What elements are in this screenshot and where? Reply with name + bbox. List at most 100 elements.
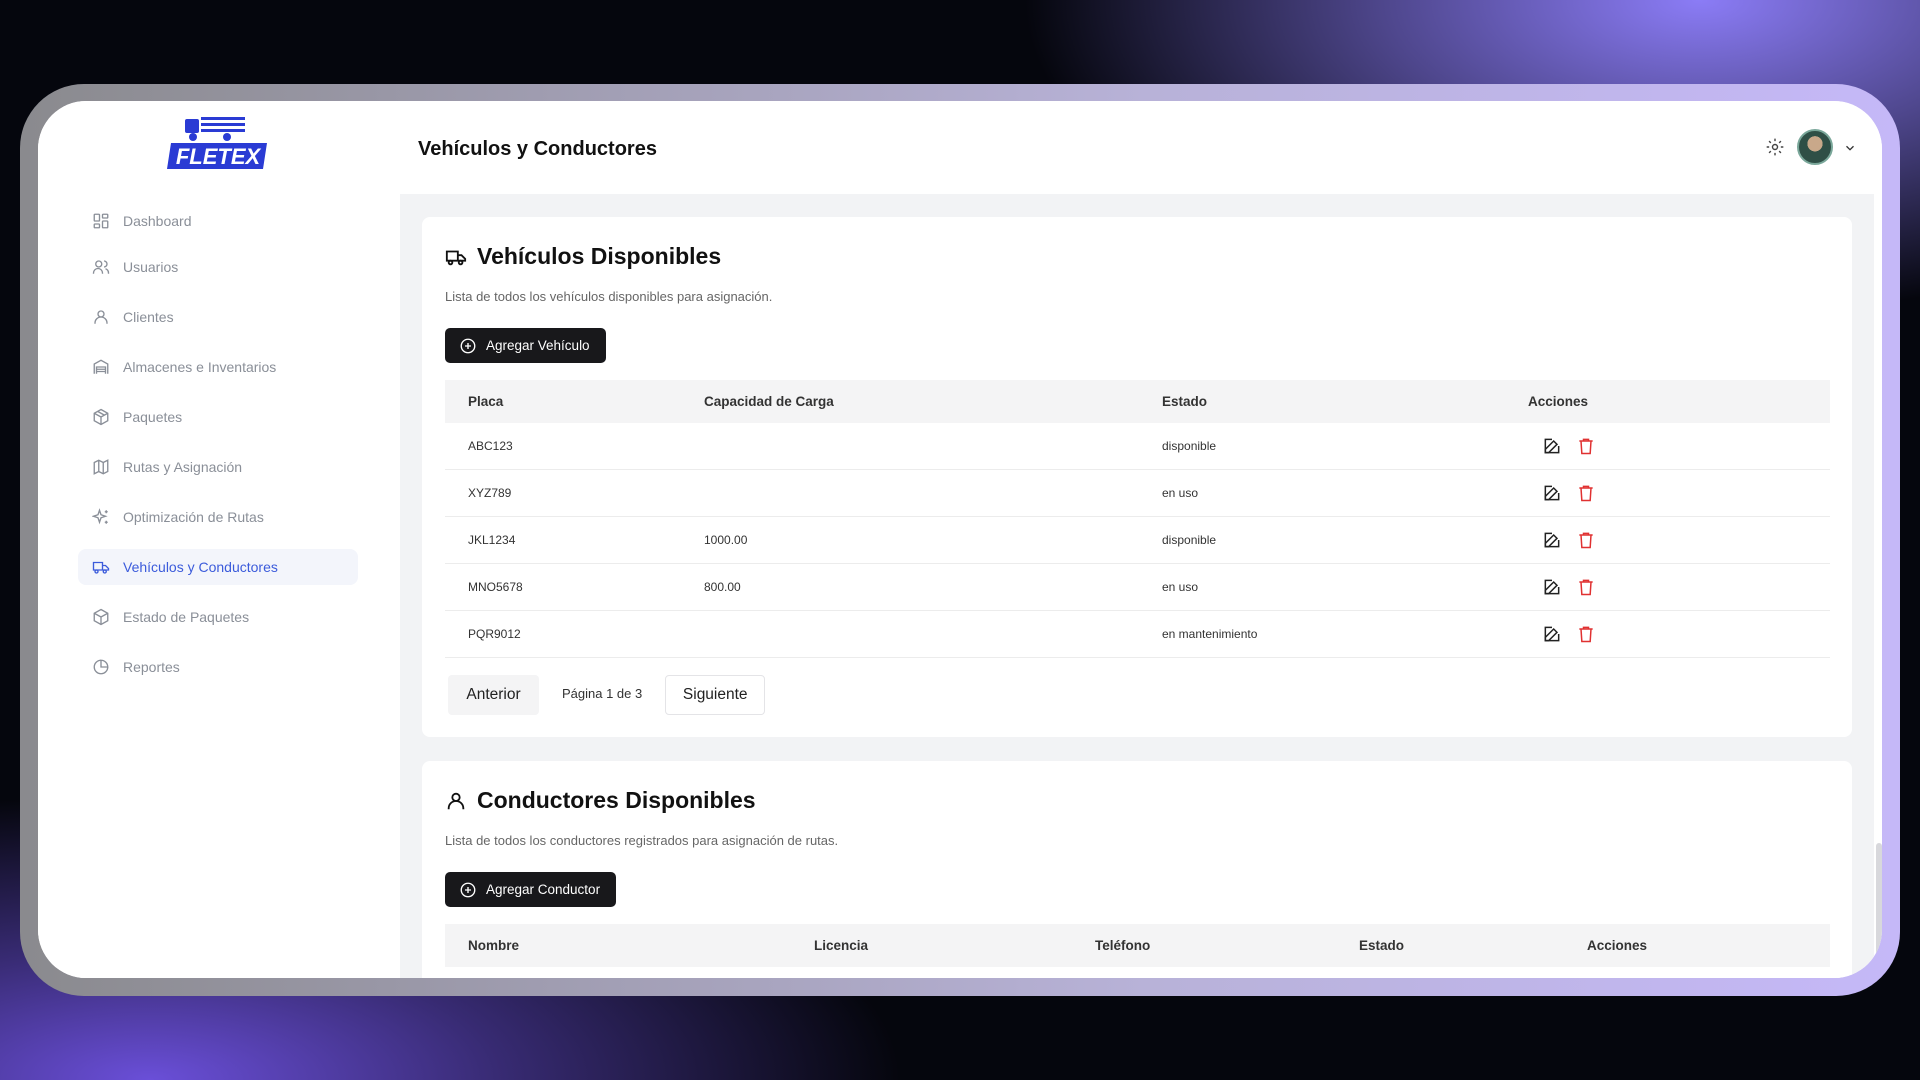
sidebar-item-usuarios[interactable]: Usuarios	[78, 249, 358, 285]
pie-chart-icon	[92, 658, 110, 676]
column-header: Licencia	[814, 938, 869, 953]
avatar[interactable]	[1797, 129, 1833, 165]
trash-icon[interactable]	[1576, 436, 1596, 456]
sidebar-item-vehiculos[interactable]: Vehículos y Conductores	[78, 549, 358, 585]
drivers-title: Conductores Disponibles	[445, 787, 756, 814]
table-row: XYZ789 en uso	[445, 470, 1830, 517]
cell-placa: JKL1234	[468, 533, 516, 547]
cell-placa: MNO5678	[468, 580, 523, 594]
sidebar: FLETEX Dashboard Usuarios Clientes Almac…	[38, 101, 400, 978]
column-header: Placa	[468, 394, 504, 409]
column-header: Acciones	[1528, 394, 1589, 409]
add-vehicle-button[interactable]: Agregar Vehículo	[445, 328, 606, 363]
map-icon	[92, 458, 110, 476]
vehicles-title: Vehículos Disponibles	[445, 243, 721, 270]
sidebar-item-label: Estado de Paquetes	[123, 609, 250, 625]
truck-icon	[445, 250, 467, 265]
scrollbar[interactable]	[1876, 843, 1882, 978]
trash-icon[interactable]	[1576, 530, 1596, 550]
drivers-table: Nombre Licencia Teléfono Estado Acciones	[445, 924, 1830, 967]
users-icon	[92, 258, 110, 276]
warehouse-icon	[92, 358, 110, 376]
cell-estado: disponible	[1162, 439, 1217, 453]
truck-icon	[92, 558, 110, 576]
page-info: Página 1 de 3	[562, 685, 643, 701]
sidebar-item-label: Vehículos y Conductores	[123, 559, 278, 575]
cell-estado: en uso	[1162, 486, 1199, 500]
sidebar-item-estado-paquetes[interactable]: Estado de Paquetes	[78, 599, 358, 635]
cell-placa: PQR9012	[468, 627, 521, 641]
trash-icon[interactable]	[1576, 483, 1596, 503]
drivers-card: Conductores Disponibles Lista de todos l…	[422, 761, 1852, 978]
edit-icon[interactable]	[1542, 483, 1562, 503]
table-row: JKL1234 1000.00 disponible	[445, 517, 1830, 564]
table-row: ABC123 disponible	[445, 423, 1830, 470]
cell-estado: disponible	[1162, 533, 1217, 547]
column-header: Estado	[1162, 394, 1208, 409]
table-header: Nombre Licencia Teléfono Estado Acciones	[445, 924, 1830, 967]
plus-circle-icon	[460, 882, 476, 897]
previous-page-button[interactable]: Anterior	[448, 675, 539, 715]
column-header: Estado	[1359, 938, 1405, 953]
cell-capacidad: 1000.00	[704, 533, 748, 547]
sidebar-item-paquetes[interactable]: Paquetes	[78, 399, 358, 435]
column-header: Capacidad de Carga	[704, 394, 834, 409]
main-content: Vehículos Disponibles Lista de todos los…	[400, 194, 1874, 978]
trash-icon[interactable]	[1576, 624, 1596, 644]
sidebar-item-rutas[interactable]: Rutas y Asignación	[78, 449, 358, 485]
cell-placa: XYZ789	[468, 486, 512, 500]
edit-icon[interactable]	[1542, 577, 1562, 597]
sidebar-item-clientes[interactable]: Clientes	[78, 299, 358, 335]
sidebar-item-label: Rutas y Asignación	[123, 459, 243, 475]
column-header: Nombre	[468, 938, 520, 953]
cell-estado: en uso	[1162, 580, 1199, 594]
cell-estado: en mantenimiento	[1162, 627, 1258, 641]
vehicles-title-text: Vehículos Disponibles	[477, 243, 722, 269]
plus-circle-icon	[460, 338, 476, 353]
table-row: MNO5678 800.00 en uso	[445, 564, 1830, 611]
table-header: Placa Capacidad de Carga Estado Acciones	[445, 380, 1830, 423]
table-row: PQR9012 en mantenimiento	[445, 611, 1830, 658]
sidebar-item-label: Dashboard	[123, 213, 192, 229]
fletex-logo: FLETEX	[163, 115, 273, 171]
column-header: Acciones	[1587, 938, 1648, 953]
app-window: FLETEX Dashboard Usuarios Clientes Almac…	[38, 101, 1882, 978]
column-header: Teléfono	[1095, 938, 1151, 953]
package-check-icon	[92, 608, 110, 626]
add-driver-label: Agregar Conductor	[486, 882, 601, 897]
cell-placa: ABC123	[468, 439, 513, 453]
edit-icon[interactable]	[1542, 436, 1562, 456]
chevron-down-icon[interactable]	[1843, 141, 1857, 155]
user-icon	[92, 308, 110, 326]
sidebar-item-label: Paquetes	[123, 409, 183, 425]
pagination: Anterior Página 1 de 3 Siguiente	[448, 675, 766, 715]
trash-icon[interactable]	[1576, 577, 1596, 597]
sidebar-item-almacenes[interactable]: Almacenes e Inventarios	[78, 349, 358, 385]
sidebar-item-label: Optimización de Rutas	[123, 509, 264, 525]
top-header: Vehículos y Conductores	[400, 101, 1882, 194]
drivers-description: Lista de todos los conductores registrad…	[445, 833, 839, 848]
page-title: Vehículos y Conductores	[418, 138, 657, 160]
package-icon	[92, 408, 110, 426]
vehicles-description: Lista de todos los vehículos disponibles…	[445, 289, 773, 304]
edit-icon[interactable]	[1542, 530, 1562, 550]
sidebar-item-label: Clientes	[123, 309, 174, 325]
logo-text: FLETEX	[176, 144, 262, 169]
edit-icon[interactable]	[1542, 624, 1562, 644]
sidebar-item-label: Reportes	[123, 659, 180, 675]
add-vehicle-label: Agregar Vehículo	[486, 338, 590, 353]
sidebar-item-reportes[interactable]: Reportes	[78, 649, 358, 685]
vehicles-card: Vehículos Disponibles Lista de todos los…	[422, 217, 1852, 737]
add-driver-button[interactable]: Agregar Conductor	[445, 872, 617, 907]
sparkles-icon	[92, 508, 110, 526]
user-icon	[447, 792, 465, 809]
next-page-button[interactable]: Siguiente	[665, 675, 766, 715]
cell-capacidad: 800.00	[704, 580, 741, 594]
sidebar-item-optimizacion[interactable]: Optimización de Rutas	[78, 499, 358, 535]
grid-icon	[92, 212, 110, 230]
sidebar-item-label: Usuarios	[123, 259, 179, 275]
sidebar-item-dashboard[interactable]: Dashboard	[78, 203, 358, 239]
gear-icon[interactable]	[1765, 137, 1785, 157]
sidebar-item-label: Almacenes e Inventarios	[123, 359, 277, 375]
sidebar-nav: Dashboard Usuarios Clientes Almacenes e …	[78, 203, 358, 699]
